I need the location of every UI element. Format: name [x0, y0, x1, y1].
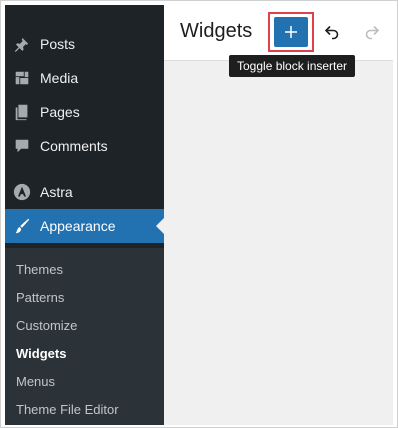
submenu-item-theme-file-editor[interactable]: Theme File Editor [16, 402, 119, 417]
paintbrush-icon [12, 216, 32, 236]
undo-button[interactable] [320, 20, 344, 44]
page-title: Widgets [180, 20, 253, 42]
appearance-submenu: Themes Patterns Customize Widgets Menus … [5, 248, 164, 425]
comment-icon [12, 136, 32, 156]
inserter-tooltip: Toggle block inserter [229, 55, 356, 77]
sidebar-item-astra[interactable]: Astra [5, 175, 164, 209]
pushpin-icon [12, 34, 32, 54]
sidebar-item-label: Astra [40, 184, 73, 200]
sidebar-item-label: Media [40, 70, 79, 86]
sidebar-item-label: Comments [40, 138, 108, 154]
sidebar-item-label: Appearance [40, 218, 116, 234]
media-icon [12, 68, 32, 88]
sidebar-item-posts[interactable]: Posts [5, 27, 164, 61]
submenu-item-patterns[interactable]: Patterns [16, 290, 64, 305]
submenu-item-themes[interactable]: Themes [16, 262, 63, 277]
sidebar-item-comments[interactable]: Comments [5, 129, 164, 163]
sidebar-item-label: Pages [40, 104, 80, 120]
pages-icon [12, 102, 32, 122]
current-menu-arrow [156, 218, 164, 234]
plus-icon [285, 26, 297, 38]
sidebar-item-label: Posts [40, 36, 76, 52]
undo-icon [324, 25, 339, 40]
redo-icon [365, 25, 380, 40]
redo-button[interactable] [360, 20, 384, 44]
sidebar-item-appearance[interactable]: Appearance [5, 209, 164, 243]
submenu-item-widgets[interactable]: Widgets [16, 346, 66, 361]
admin-sidebar: Posts Media Pages Comments Astra Appeara… [5, 5, 164, 425]
toggle-block-inserter-button[interactable] [274, 17, 308, 47]
astra-icon [12, 182, 32, 202]
sidebar-item-media[interactable]: Media [5, 61, 164, 95]
sidebar-item-pages[interactable]: Pages [5, 95, 164, 129]
submenu-item-menus[interactable]: Menus [16, 374, 55, 389]
submenu-item-customize[interactable]: Customize [16, 318, 77, 333]
